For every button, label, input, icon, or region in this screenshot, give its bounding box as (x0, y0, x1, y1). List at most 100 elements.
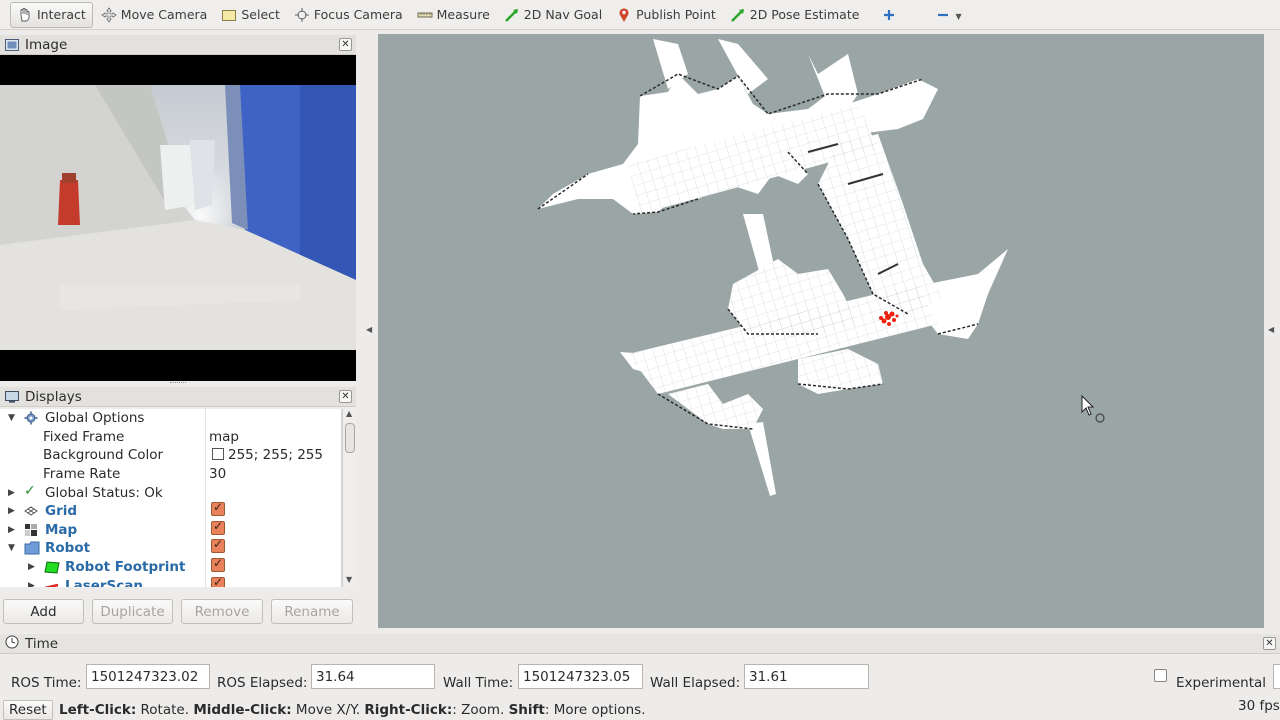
tree-row-fixed-frame[interactable]: Fixed Frame map (0, 428, 341, 447)
background-color-text: 255; 255; 255 (228, 447, 323, 464)
grid-icon (24, 504, 40, 518)
interact-label: Interact (37, 7, 86, 22)
tree-row-laserscan[interactable]: ▶ LaserScan (0, 575, 341, 587)
tree-row-global-status[interactable]: ▶ ✓ Global Status: Ok (0, 483, 341, 502)
time-panel-edge (1273, 664, 1280, 689)
displays-scrollbar[interactable]: ▲ ▼ (342, 409, 356, 587)
map-icon (24, 523, 40, 537)
plus-icon (881, 7, 897, 23)
fixed-frame-label: Fixed Frame (43, 428, 125, 445)
collapsed-arrow-icon[interactable]: ▶ (28, 581, 38, 587)
move-camera-tool-button[interactable]: Move Camera (95, 2, 214, 28)
splitter-handle[interactable] (170, 382, 186, 385)
hint-right: : Zoom. (452, 702, 509, 718)
reset-button[interactable]: Reset (3, 700, 53, 720)
displays-panel-title: Displays (25, 388, 82, 405)
hint-left-key: Left-Click: (59, 702, 137, 718)
scroll-down-icon[interactable]: ▼ (346, 575, 352, 584)
frame-rate-label: Frame Rate (43, 466, 121, 483)
gear-icon (24, 411, 40, 425)
2d-pose-estimate-label: 2D Pose Estimate (749, 7, 860, 22)
interact-tool-button[interactable]: Interact (10, 1, 93, 28)
hint-middle-key: Middle-Click: (193, 702, 292, 718)
green-arrow-icon (504, 7, 520, 23)
image-icon (5, 38, 19, 51)
hint-shift-key: Shift (508, 702, 545, 718)
remove-tool-menu-button[interactable]: ▼ (929, 2, 967, 28)
hint-right-key: Right-Click: (364, 702, 453, 718)
background-color-label: Background Color (43, 447, 164, 464)
tree-row-background-color[interactable]: Background Color 255; 255; 255 (0, 446, 341, 465)
tree-row-frame-rate[interactable]: Frame Rate 30 (0, 465, 341, 484)
collapsed-arrow-icon[interactable]: ▶ (28, 562, 38, 572)
status-bar: Reset Left-Click: Rotate. Middle-Click: … (0, 698, 1280, 720)
tree-row-robot-footprint[interactable]: ▶ Robot Footprint (0, 556, 341, 577)
measure-tool-button[interactable]: Measure (411, 2, 496, 28)
image-panel-header: Image ✕ (0, 35, 356, 55)
collapsed-arrow-icon[interactable]: ▶ (8, 525, 18, 535)
scroll-thumb[interactable] (345, 423, 355, 453)
remove-button[interactable]: Remove (181, 599, 263, 624)
robot-checkbox[interactable] (211, 537, 225, 557)
background-color-value[interactable]: 255; 255; 255 (212, 447, 323, 463)
laserscan-label: LaserScan (65, 577, 144, 587)
collapsed-arrow-icon[interactable]: ▶ (8, 506, 18, 516)
focus-camera-tool-button[interactable]: Focus Camera (288, 2, 409, 28)
minus-icon (935, 7, 951, 23)
clock-icon (5, 635, 19, 653)
3d-render-view[interactable] (378, 34, 1264, 628)
map-label: Map (45, 521, 78, 538)
ros-elapsed-field[interactable]: 31.64 (311, 664, 435, 689)
experimental-checkbox[interactable] (1154, 669, 1167, 682)
tree-row-map[interactable]: ▶ Map (0, 519, 341, 540)
close-icon[interactable]: ✕ (1263, 637, 1276, 650)
expand-arrow-icon[interactable]: ▼ (8, 543, 18, 553)
laserscan-checkbox[interactable] (211, 575, 225, 587)
select-icon (221, 7, 237, 23)
hand-icon (17, 7, 33, 23)
ros-time-field[interactable]: 1501247323.02 (86, 664, 210, 689)
publish-point-tool-button[interactable]: Publish Point (610, 2, 722, 28)
fixed-frame-value[interactable]: map (209, 429, 239, 445)
duplicate-button[interactable]: Duplicate (92, 599, 173, 624)
global-status-label: Global Status: Ok (45, 484, 163, 501)
ruler-icon (417, 7, 433, 23)
map-checkbox[interactable] (211, 519, 225, 539)
select-tool-button[interactable]: Select (215, 2, 286, 28)
color-swatch (212, 448, 224, 461)
expand-arrow-icon[interactable]: ▼ (8, 413, 18, 423)
add-button[interactable]: Add (3, 599, 84, 624)
left-splitter-arrow-icon[interactable]: ◀ (366, 325, 372, 334)
image-panel-title: Image (25, 36, 68, 53)
dropdown-arrow-icon: ▼ (955, 12, 962, 21)
wall-elapsed-field[interactable]: 31.61 (744, 664, 869, 689)
map-pin-icon (616, 7, 632, 23)
close-icon[interactable]: ✕ (339, 390, 352, 403)
experimental-label: Experimental (1176, 675, 1267, 691)
add-tool-button[interactable] (875, 2, 907, 28)
robot-footprint-checkbox[interactable] (211, 556, 225, 576)
rename-button[interactable]: Rename (271, 599, 353, 624)
mouse-cursor-icon (1081, 394, 1105, 423)
wall-time-field[interactable]: 1501247323.05 (518, 664, 643, 689)
grid-checkbox[interactable] (211, 500, 225, 520)
frame-rate-value[interactable]: 30 (209, 466, 226, 482)
robot-footprint-label: Robot Footprint (65, 559, 186, 576)
camera-image-view (0, 55, 356, 381)
tree-row-grid[interactable]: ▶ Grid (0, 500, 341, 521)
scroll-up-icon[interactable]: ▲ (346, 409, 352, 418)
tree-row-robot[interactable]: ▼ Robot (0, 537, 341, 558)
main-toolbar: Interact Move Camera Select Focus Camera… (0, 0, 1280, 30)
right-splitter-arrow-icon[interactable]: ◀ (1268, 325, 1274, 334)
tree-row-global-options[interactable]: ▼ Global Options (0, 409, 341, 428)
wall-elapsed-label: Wall Elapsed: (650, 675, 741, 691)
robot-label: Robot (45, 540, 91, 557)
hint-left: Rotate. (136, 702, 194, 718)
ros-time-label: ROS Time: (11, 675, 82, 691)
collapsed-arrow-icon[interactable]: ▶ (8, 488, 18, 498)
monitor-icon (5, 390, 19, 403)
close-icon[interactable]: ✕ (339, 38, 352, 51)
time-panel-header: Time ✕ (0, 634, 1280, 654)
2d-nav-goal-tool-button[interactable]: 2D Nav Goal (498, 2, 608, 28)
2d-pose-estimate-tool-button[interactable]: 2D Pose Estimate (724, 2, 866, 28)
